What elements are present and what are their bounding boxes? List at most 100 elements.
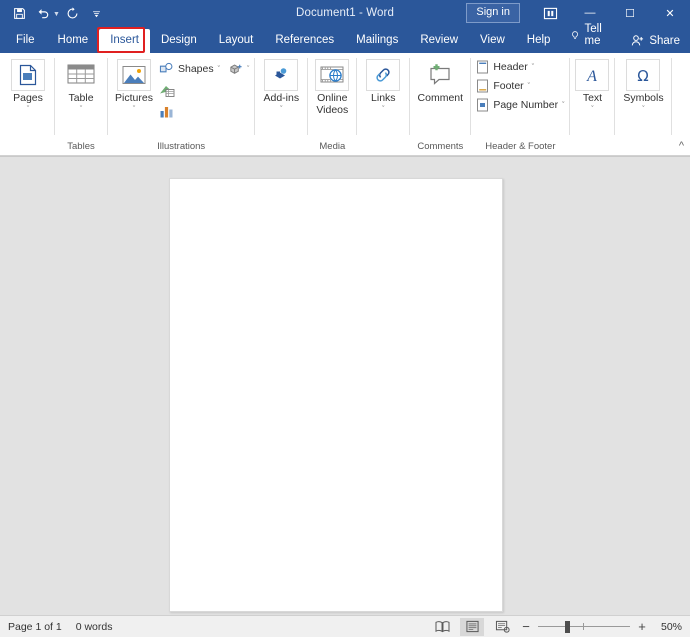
3d-models-button[interactable]: ˇ (226, 61, 251, 77)
ribbon-group-links: Links ˇ (357, 53, 409, 155)
symbols-dropdown-caret[interactable]: ˇ (642, 106, 644, 114)
symbols-icon: Ω (626, 59, 661, 91)
shapes-dropdown-caret[interactable]: ˇ (218, 66, 220, 73)
table-icon (64, 59, 98, 91)
share-button[interactable]: Share (621, 29, 690, 53)
document-canvas[interactable] (0, 156, 690, 615)
page-indicator[interactable]: Page 1 of 1 (8, 621, 62, 633)
share-person-icon (632, 35, 644, 46)
tab-view[interactable]: View (469, 29, 516, 53)
online-videos-icon (315, 59, 350, 91)
text-label: Text (582, 92, 603, 104)
group-label-comments: Comments (417, 141, 464, 152)
word-count[interactable]: 0 words (76, 621, 113, 633)
quick-access-toolbar: ▼ (0, 3, 108, 23)
zoom-slider-track (538, 625, 630, 627)
header-label: Header (493, 61, 528, 73)
redo-icon (67, 6, 78, 18)
add-ins-button[interactable]: Add-ins ˇ (258, 57, 304, 114)
undo-dropdown-caret[interactable]: ▼ (53, 11, 60, 18)
undo-icon (38, 8, 49, 18)
caret-down-icon (93, 10, 101, 17)
pages-button[interactable]: Pages ˇ (5, 57, 51, 114)
tell-me-search[interactable]: Tell me (561, 18, 621, 53)
tab-references[interactable]: References (264, 29, 345, 53)
ribbon-group-symbols: Ω Symbols ˇ (615, 53, 671, 155)
group-label-symbols (618, 141, 668, 155)
comment-label: Comment (417, 92, 464, 104)
redo-button[interactable] (62, 3, 84, 23)
zoom-slider[interactable] (538, 620, 630, 634)
close-button[interactable]: ✕ (650, 0, 690, 26)
comment-button[interactable]: Comment (413, 57, 467, 105)
group-label-media: Media (319, 141, 346, 152)
read-mode-button[interactable] (430, 618, 454, 636)
undo-button[interactable] (32, 3, 54, 23)
3d-models-dropdown-caret[interactable]: ˇ (247, 66, 249, 73)
links-dropdown-caret[interactable]: ˇ (382, 106, 384, 114)
tab-file[interactable]: File (4, 29, 47, 53)
table-label: Table (68, 92, 94, 104)
group-label-header-footer: Header & Footer (485, 141, 556, 152)
group-label-illustrations: Illustrations (157, 141, 206, 152)
text-button[interactable]: A Text ˇ (573, 57, 611, 114)
table-dropdown-caret[interactable]: ˇ (80, 106, 82, 114)
online-videos-button[interactable]: Online Videos (311, 57, 353, 116)
tab-layout[interactable]: Layout (208, 29, 265, 53)
pictures-dropdown-caret[interactable]: ˇ (133, 106, 135, 114)
tab-mailings[interactable]: Mailings (345, 29, 409, 53)
footer-button[interactable]: Footer ˇ (474, 78, 566, 94)
tab-design[interactable]: Design (150, 29, 208, 53)
share-label: Share (649, 34, 680, 47)
pages-dropdown-caret[interactable]: ˇ (27, 106, 29, 114)
smartart-button[interactable] (157, 82, 178, 99)
zoom-slider-thumb[interactable] (565, 620, 570, 633)
sign-in-button[interactable]: Sign in (466, 3, 520, 23)
illustrations-small-buttons: Shapes ˇ ˇ (157, 57, 251, 121)
customize-quick-access-toolbar-button[interactable] (86, 3, 108, 23)
footer-dropdown-caret[interactable]: ˇ (528, 83, 530, 90)
tab-home[interactable]: Home (47, 29, 100, 53)
chart-button[interactable] (157, 103, 177, 120)
ribbon-tab-bar: File Home Insert Design Layout Reference… (0, 23, 690, 53)
header-dropdown-caret[interactable]: ˇ (532, 64, 534, 71)
save-button[interactable] (8, 3, 30, 23)
symbols-button[interactable]: Ω Symbols ˇ (618, 57, 668, 114)
table-button[interactable]: Table ˇ (58, 57, 104, 114)
svg-text:Ω: Ω (638, 67, 649, 85)
web-layout-button[interactable] (490, 618, 514, 636)
footer-label: Footer (493, 80, 524, 92)
ribbon-group-tables: Table ˇ Tables (55, 53, 107, 155)
pictures-button[interactable]: Pictures ˇ (111, 57, 157, 114)
shapes-button[interactable]: Shapes ˇ (157, 61, 222, 77)
links-label: Links (371, 92, 396, 104)
collapse-ribbon-button[interactable]: ^ (679, 140, 684, 152)
cover-page-icon (11, 59, 45, 91)
ribbon-insert-tab: Pages ˇ Table ˇ Tables Pictures ˇ Shapes… (0, 53, 690, 156)
pages-label: Pages (13, 92, 43, 104)
tab-insert[interactable]: Insert (99, 29, 150, 53)
svg-text:A: A (587, 68, 598, 85)
online-videos-label: Online Videos (316, 92, 349, 116)
page-number-dropdown-caret[interactable]: ˇ (562, 102, 564, 109)
text-dropdown-caret[interactable]: ˇ (591, 106, 593, 114)
header-button[interactable]: Header ˇ (474, 59, 566, 75)
3d-models-icon (230, 64, 242, 74)
add-ins-dropdown-caret[interactable]: ˇ (280, 106, 282, 114)
print-layout-button[interactable] (460, 617, 484, 636)
ribbon-group-comments: Comment Comments (410, 53, 470, 155)
links-button[interactable]: Links ˇ (360, 57, 406, 114)
zoom-out-button[interactable]: − (520, 619, 532, 634)
read-mode-icon (434, 621, 450, 633)
ribbon-group-add-ins: Add-ins ˇ (255, 53, 307, 155)
page-number-icon (477, 98, 489, 112)
tab-help[interactable]: Help (516, 29, 562, 53)
page-number-button[interactable]: Page Number ˇ (474, 97, 566, 113)
ribbon-group-media: Online Videos Media (308, 53, 356, 155)
document-page[interactable] (169, 178, 503, 612)
zoom-level[interactable]: 50% (654, 621, 682, 633)
lightbulb-icon (572, 30, 579, 39)
symbols-label: Symbols (623, 92, 664, 104)
tab-review[interactable]: Review (409, 29, 469, 53)
zoom-in-button[interactable]: + (636, 619, 648, 634)
